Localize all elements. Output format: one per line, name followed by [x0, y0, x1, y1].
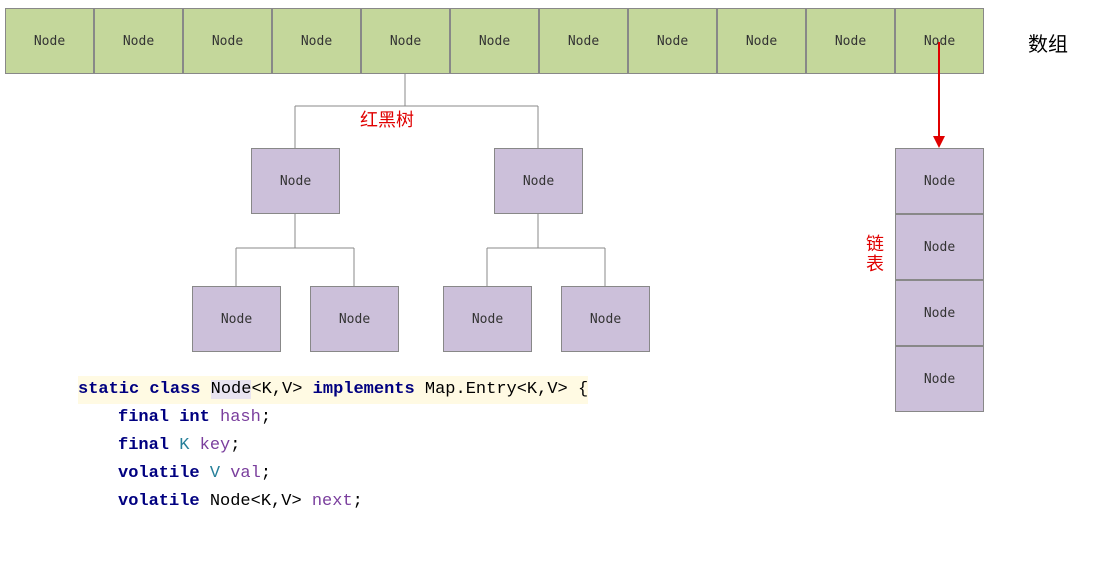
tree-node-l2-1: Node — [192, 286, 281, 352]
code-line-3: final K key; — [78, 432, 588, 460]
array-cell: Node — [361, 8, 450, 74]
linked-list-label: 链表 — [861, 234, 887, 274]
code-brace: { — [568, 380, 588, 399]
semicolon: ; — [230, 436, 240, 455]
tree-node-l2-2: Node — [310, 286, 399, 352]
linked-list-node: Node — [895, 148, 984, 214]
array-label: 数组 — [1028, 28, 1068, 57]
code-block: static class Node<K,V> implements Map.En… — [78, 376, 588, 516]
kw-volatile: volatile — [118, 464, 200, 483]
code-line-4: volatile V val; — [78, 460, 588, 488]
kw-implements: implements — [313, 380, 415, 399]
type-v: V — [210, 464, 220, 483]
array-cell: Node — [94, 8, 183, 74]
code-line-5: volatile Node<K,V> next; — [78, 488, 588, 516]
kw-final: final — [118, 408, 169, 427]
tree-node-l1-left: Node — [251, 148, 340, 214]
code-line-2: final int hash; — [78, 404, 588, 432]
kw-final2: final — [118, 436, 169, 455]
array-cell: Node — [539, 8, 628, 74]
array-cell: Node — [895, 8, 984, 74]
kw-volatile2: volatile — [118, 492, 200, 511]
ident-key: key — [200, 436, 231, 455]
type-node: Node — [210, 492, 251, 511]
linked-list-node: Node — [895, 346, 984, 412]
code-line-1: static class Node<K,V> implements Map.En… — [78, 376, 588, 404]
linked-list-node: Node — [895, 280, 984, 346]
tree-node-l2-4: Node — [561, 286, 650, 352]
semicolon: ; — [353, 492, 363, 511]
ident-next: next — [312, 492, 353, 511]
code-generics3: <K,V> — [251, 492, 302, 511]
semicolon: ; — [261, 464, 271, 483]
array-cell: Node — [5, 8, 94, 74]
kw-class: class — [149, 380, 200, 399]
type-k: K — [179, 436, 189, 455]
code-generics: <K,V> — [251, 380, 302, 399]
linked-list-node: Node — [895, 214, 984, 280]
code-generics2: <K,V> — [517, 380, 568, 399]
array-cell: Node — [806, 8, 895, 74]
array-cell: Node — [717, 8, 806, 74]
array-cell: Node — [450, 8, 539, 74]
code-classname: Node — [211, 380, 252, 399]
semicolon: ; — [261, 408, 271, 427]
ident-hash: hash — [220, 408, 261, 427]
tree-node-l1-right: Node — [494, 148, 583, 214]
ident-val: val — [230, 464, 261, 483]
array-cell: Node — [183, 8, 272, 74]
kw-int: int — [179, 408, 210, 427]
array-cell: Node — [628, 8, 717, 74]
array-cell: Node — [272, 8, 361, 74]
code-mapentry: Map.Entry — [425, 380, 517, 399]
tree-node-l2-3: Node — [443, 286, 532, 352]
kw-static: static — [78, 380, 139, 399]
redblack-tree-label: 红黑树 — [360, 106, 414, 132]
